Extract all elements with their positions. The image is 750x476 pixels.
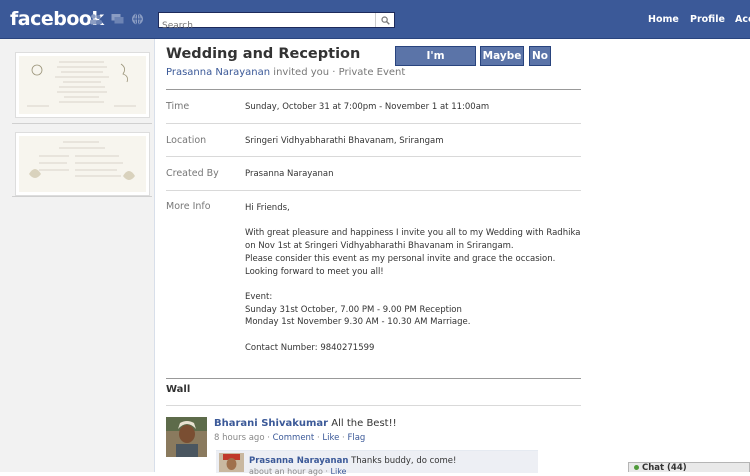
comment-link[interactable]: Comment <box>273 433 315 443</box>
nav-home-link[interactable]: Home <box>648 14 679 25</box>
invitation-card-image <box>19 136 146 192</box>
more-info-label: More Info <box>166 201 211 212</box>
commenter-photo <box>219 453 244 472</box>
divider <box>12 123 152 124</box>
location-value: Sringeri Vidhyabharathi Bhavanam, Sriran… <box>245 136 444 146</box>
post-text: All the Best!! <box>328 418 397 429</box>
chat-bar[interactable]: Chat (44) <box>628 462 750 473</box>
event-photo-thumbnail[interactable] <box>15 52 150 118</box>
event-title: Wedding and Reception <box>166 46 361 62</box>
post-time: 8 hours ago <box>214 433 265 443</box>
friend-requests-icon[interactable] <box>89 13 102 25</box>
info-line: Monday 1st November 9.30 AM - 10.30 AM M… <box>245 317 471 328</box>
wall-heading: Wall <box>166 384 191 395</box>
info-line: Hi Friends, <box>245 203 290 213</box>
event-subtitle: Prasanna Narayanan invited you · Private… <box>166 67 405 78</box>
info-line: Sunday 31st October, 7.00 PM - 9.00 PM R… <box>245 304 462 315</box>
info-line <box>245 278 581 291</box>
created-by-label: Created By <box>166 168 219 179</box>
attending-button[interactable]: I'm Attending <box>395 46 476 81</box>
comment-text: Thanks buddy, do come! <box>348 456 457 466</box>
event-photo-thumbnail[interactable] <box>15 132 150 196</box>
search-box[interactable] <box>158 12 395 33</box>
chat-status-icon <box>634 465 639 470</box>
divider <box>12 196 152 197</box>
invitation-card-image <box>19 56 146 114</box>
post-meta: 8 hours ago · Comment · Like · Flag <box>214 433 365 443</box>
time-value: Sunday, October 31 at 7:00pm - November … <box>245 102 490 112</box>
no-button[interactable]: No <box>529 46 551 66</box>
invitation-card-art <box>27 61 136 107</box>
search-input[interactable] <box>159 19 372 33</box>
like-link[interactable]: Like <box>322 433 339 443</box>
divider <box>166 89 581 90</box>
avatar[interactable] <box>219 453 244 472</box>
search-button[interactable] <box>375 13 394 27</box>
maybe-button[interactable]: Maybe <box>480 46 524 66</box>
location-label: Location <box>166 135 207 146</box>
info-line: Please consider this event as my persona… <box>245 253 556 264</box>
flag-link[interactable]: Flag <box>347 433 365 443</box>
info-line: Event: <box>245 291 273 302</box>
divider <box>166 123 581 124</box>
info-line: With great pleasure and happiness I invi… <box>245 228 581 252</box>
inviter-link[interactable]: Prasanna Narayanan <box>166 67 270 78</box>
nav-profile-link[interactable]: Profile <box>690 14 725 25</box>
info-line <box>245 329 581 342</box>
invitation-card-art <box>29 141 135 180</box>
time-label: Time <box>166 101 190 112</box>
creator-link[interactable]: Prasanna Narayanan <box>245 169 334 179</box>
nav-account-link[interactable]: Acc <box>735 14 750 25</box>
wall-post: Bharani Shivakumar All the Best!! <box>214 418 397 429</box>
profile-photo <box>166 417 207 457</box>
separator: · <box>264 433 273 443</box>
post-author-link[interactable]: Bharani Shivakumar <box>214 418 328 429</box>
notifications-icon[interactable] <box>131 13 144 25</box>
info-line: Looking forward to meet you all! <box>245 266 384 277</box>
divider <box>166 190 581 191</box>
more-info-text: Hi Friends, With great pleasure and happ… <box>245 202 581 354</box>
divider <box>166 156 581 157</box>
messages-icon[interactable] <box>111 13 124 25</box>
divider <box>166 378 581 379</box>
comment: Prasanna Narayanan Thanks buddy, do come… <box>249 456 456 466</box>
info-line <box>245 215 581 228</box>
invite-suffix: invited you · Private Event <box>270 67 406 78</box>
search-icon <box>380 15 390 25</box>
avatar[interactable] <box>166 417 207 457</box>
left-sidebar <box>0 39 155 472</box>
top-bar: facebook Home Profile Acc <box>0 0 750 39</box>
divider <box>166 405 581 406</box>
info-line: Contact Number: 9840271599 <box>245 342 375 353</box>
comment-author-link[interactable]: Prasanna Narayanan <box>249 456 348 466</box>
